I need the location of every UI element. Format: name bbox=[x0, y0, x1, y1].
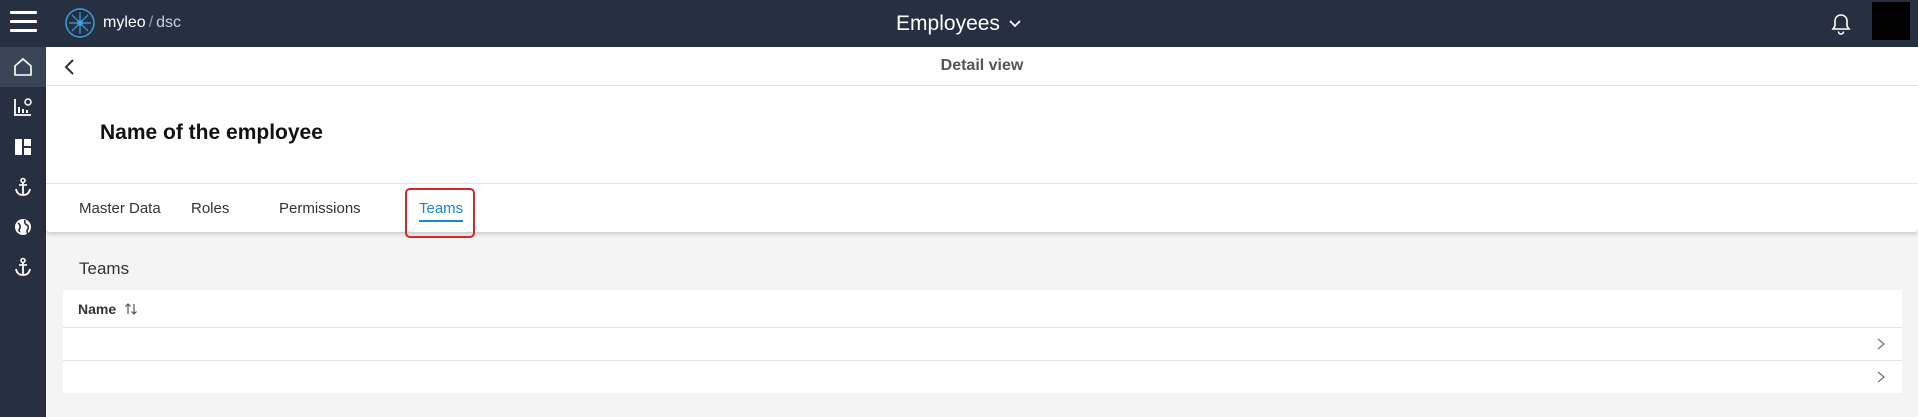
table-header: Name bbox=[63, 290, 1902, 328]
anchor-icon bbox=[15, 177, 31, 196]
main-content: Detail view Name of the employee Master … bbox=[46, 47, 1918, 417]
sidebar-item-globe[interactable] bbox=[0, 207, 46, 247]
app-title-dropdown[interactable]: Employees bbox=[896, 12, 1022, 36]
app-title-wrap: Employees bbox=[0, 0, 1918, 47]
avatar[interactable] bbox=[1872, 2, 1910, 40]
detail-header-card: Detail view Name of the employee Master … bbox=[46, 47, 1918, 238]
sidebar-item-analytics[interactable] bbox=[0, 87, 46, 127]
employee-name: Name of the employee bbox=[100, 121, 323, 144]
top-bar: myleo / dsc Employees bbox=[0, 0, 1918, 47]
logo-slash: / bbox=[148, 14, 154, 31]
globe-icon bbox=[15, 219, 31, 235]
chevron-right-icon bbox=[1877, 338, 1886, 350]
tab-permissions[interactable]: Permissions bbox=[279, 184, 361, 232]
tab-label: Roles bbox=[191, 199, 230, 217]
column-header-name[interactable]: Name bbox=[78, 301, 138, 317]
table-row[interactable] bbox=[63, 361, 1902, 393]
column-label: Name bbox=[78, 301, 117, 317]
teams-table: Name bbox=[63, 290, 1902, 393]
sidebar-item-anchor[interactable] bbox=[0, 167, 46, 207]
sidebar bbox=[0, 47, 46, 417]
chart-icon bbox=[14, 98, 32, 116]
hamburger-icon[interactable] bbox=[10, 11, 37, 35]
tab-master-data[interactable]: Master Data bbox=[79, 184, 161, 232]
sidebar-item-dashboard[interactable] bbox=[0, 127, 46, 167]
tab-label: Master Data bbox=[79, 199, 161, 217]
logo-text: myleo / dsc bbox=[103, 14, 181, 32]
detail-bar: Detail view bbox=[46, 47, 1918, 86]
logo[interactable]: myleo / dsc bbox=[64, 6, 181, 40]
detail-title: Detail view bbox=[940, 57, 1024, 74]
tab-label: Permissions bbox=[279, 199, 361, 217]
tab-bar: Master Data Roles Permissions Teams bbox=[46, 183, 1918, 238]
tab-highlight-box bbox=[405, 188, 475, 238]
home-icon bbox=[14, 57, 32, 76]
tab-roles[interactable]: Roles bbox=[191, 184, 229, 232]
app-title: Employees bbox=[896, 11, 1000, 35]
bell-icon[interactable] bbox=[1829, 12, 1853, 36]
chevron-right-icon bbox=[1877, 371, 1886, 383]
table-row[interactable] bbox=[63, 328, 1902, 361]
chevron-down-icon bbox=[1009, 19, 1021, 27]
section-title: Teams bbox=[79, 259, 130, 278]
anchor-icon bbox=[15, 257, 31, 276]
sort-icon bbox=[125, 303, 138, 315]
logo-icon bbox=[65, 8, 95, 38]
logo-name: myleo bbox=[103, 14, 146, 31]
sidebar-item-anchor-2[interactable] bbox=[0, 247, 46, 287]
dashboard-icon bbox=[15, 139, 31, 155]
logo-sub: dsc bbox=[156, 14, 182, 31]
sidebar-item-home[interactable] bbox=[0, 47, 46, 87]
